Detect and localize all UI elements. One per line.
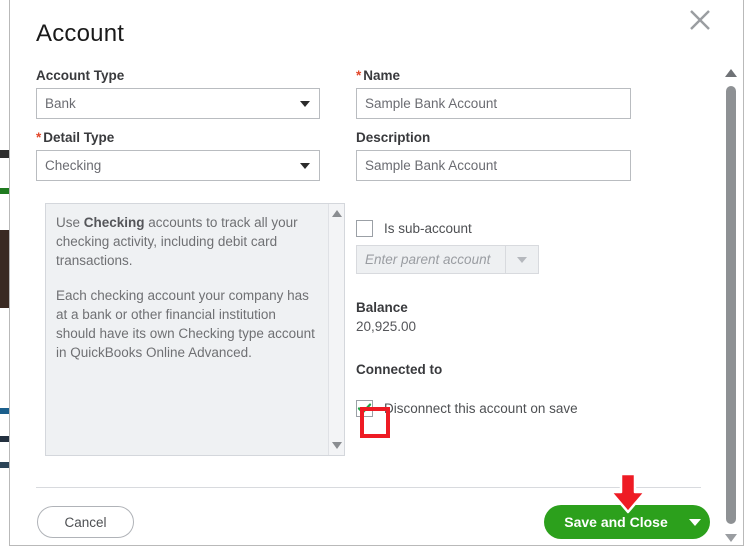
scroll-down-arrow-icon[interactable] bbox=[331, 442, 342, 449]
info-p1-bold: Checking bbox=[83, 215, 145, 230]
account-type-value: Bank bbox=[45, 96, 76, 111]
chevron-down-icon bbox=[300, 162, 310, 169]
balance-label: Balance bbox=[356, 300, 408, 315]
parent-account-combo[interactable]: Enter parent account bbox=[356, 245, 539, 274]
dialog-scrollbar[interactable] bbox=[722, 66, 740, 544]
detail-type-label-text: Detail Type bbox=[43, 130, 115, 145]
save-and-close-button[interactable]: Save and Close bbox=[544, 505, 710, 539]
account-type-label-text: Account Type bbox=[36, 68, 125, 83]
is-sub-account-label: Is sub-account bbox=[384, 221, 472, 236]
scroll-up-arrow-icon[interactable] bbox=[725, 69, 737, 77]
scroll-down-arrow-icon[interactable] bbox=[725, 534, 737, 542]
required-asterisk: * bbox=[356, 68, 362, 83]
detail-type-info-panel: Use Checking accounts to track all your … bbox=[45, 203, 345, 456]
form-column-left: Account Type Bank * Detail Type Checking bbox=[36, 68, 320, 181]
chevron-down-icon bbox=[689, 518, 701, 526]
chevron-down-icon bbox=[300, 100, 310, 107]
name-value: Sample Bank Account bbox=[365, 96, 498, 111]
name-label: * Name bbox=[356, 68, 631, 83]
cancel-button[interactable]: Cancel bbox=[37, 506, 134, 538]
detail-type-label: * Detail Type bbox=[36, 130, 320, 145]
balance-value: 20,925.00 bbox=[356, 319, 417, 334]
page-title: Account bbox=[36, 20, 125, 47]
account-dialog: Account Account Type Bank * Detail Type C… bbox=[9, 0, 744, 546]
cancel-button-label: Cancel bbox=[64, 514, 107, 530]
account-type-select[interactable]: Bank bbox=[36, 88, 320, 119]
description-value: Sample Bank Account bbox=[365, 158, 498, 173]
description-label: Description bbox=[356, 130, 631, 145]
description-label-text: Description bbox=[356, 130, 431, 145]
info-panel-text: Use Checking accounts to track all your … bbox=[56, 213, 318, 362]
info-paragraph-1: Use Checking accounts to track all your … bbox=[56, 213, 318, 270]
chevron-down-icon bbox=[517, 256, 527, 263]
info-p1-pre: Use bbox=[56, 215, 84, 230]
parent-account-dropdown-button[interactable] bbox=[505, 246, 538, 273]
name-label-text: Name bbox=[363, 68, 401, 83]
detail-type-select[interactable]: Checking bbox=[36, 150, 320, 181]
page-backdrop bbox=[0, 0, 9, 551]
scroll-up-arrow-icon[interactable] bbox=[331, 210, 342, 217]
info-panel-scrollbar[interactable] bbox=[328, 204, 344, 455]
disconnect-on-save-checkbox[interactable] bbox=[356, 400, 373, 417]
description-input[interactable]: Sample Bank Account bbox=[356, 150, 631, 181]
required-asterisk: * bbox=[36, 130, 42, 145]
scrollbar-thumb[interactable] bbox=[726, 86, 736, 524]
save-and-close-label: Save and Close bbox=[564, 514, 668, 530]
connected-to-label: Connected to bbox=[356, 362, 443, 377]
disconnect-on-save-row[interactable]: Disconnect this account on save bbox=[356, 400, 631, 417]
close-icon[interactable] bbox=[687, 7, 713, 33]
detail-type-value: Checking bbox=[45, 158, 102, 173]
disconnect-on-save-label: Disconnect this account on save bbox=[384, 401, 578, 416]
form-column-right: * Name Sample Bank Account Description Sa… bbox=[356, 68, 631, 417]
name-input[interactable]: Sample Bank Account bbox=[356, 88, 631, 119]
account-type-label: Account Type bbox=[36, 68, 320, 83]
is-sub-account-row[interactable]: Is sub-account bbox=[356, 220, 631, 237]
footer-divider bbox=[36, 487, 701, 488]
save-options-dropdown[interactable] bbox=[680, 518, 710, 526]
is-sub-account-checkbox[interactable] bbox=[356, 220, 373, 237]
info-paragraph-2: Each checking account your company has a… bbox=[56, 288, 315, 360]
parent-account-input[interactable]: Enter parent account bbox=[357, 246, 505, 273]
